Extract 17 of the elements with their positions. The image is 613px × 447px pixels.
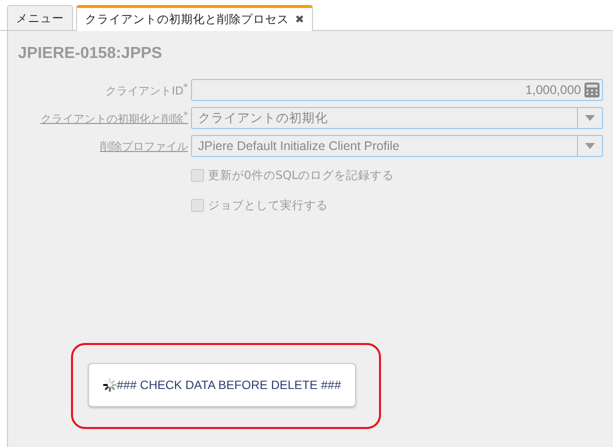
checkbox-label: 更新が0件のSQLのログを記録する: [208, 168, 394, 182]
checkbox-label: ジョブとして実行する: [208, 198, 328, 212]
check-data-button[interactable]: ### CHECK DATA BEFORE DELETE ###: [88, 363, 356, 407]
field-label-link[interactable]: 削除プロファイル: [18, 138, 188, 154]
field-label-link[interactable]: クライアントの初期化と削除$^{*}$: [18, 110, 188, 126]
process-title: JPIERE-0158:JPPS: [18, 45, 164, 63]
calculator-icon[interactable]: [584, 82, 600, 98]
field-label: クライアントID$^{*}$: [104, 82, 188, 98]
caret-icon: [585, 115, 595, 121]
tab[interactable]: メニュー: [7, 5, 73, 30]
dropdown-field[interactable]: JPiere Default Initialize Client Profile: [191, 135, 603, 157]
spinner-icon: [103, 378, 117, 392]
number-field[interactable]: 1,000,000: [191, 79, 603, 101]
close-icon[interactable]: ✖: [295, 13, 304, 26]
caret-icon: [585, 143, 595, 149]
tab[interactable]: クライアントの初期化と削除プロセス ✖: [76, 5, 314, 31]
dropdown-field[interactable]: クライアントの初期化: [191, 107, 603, 129]
